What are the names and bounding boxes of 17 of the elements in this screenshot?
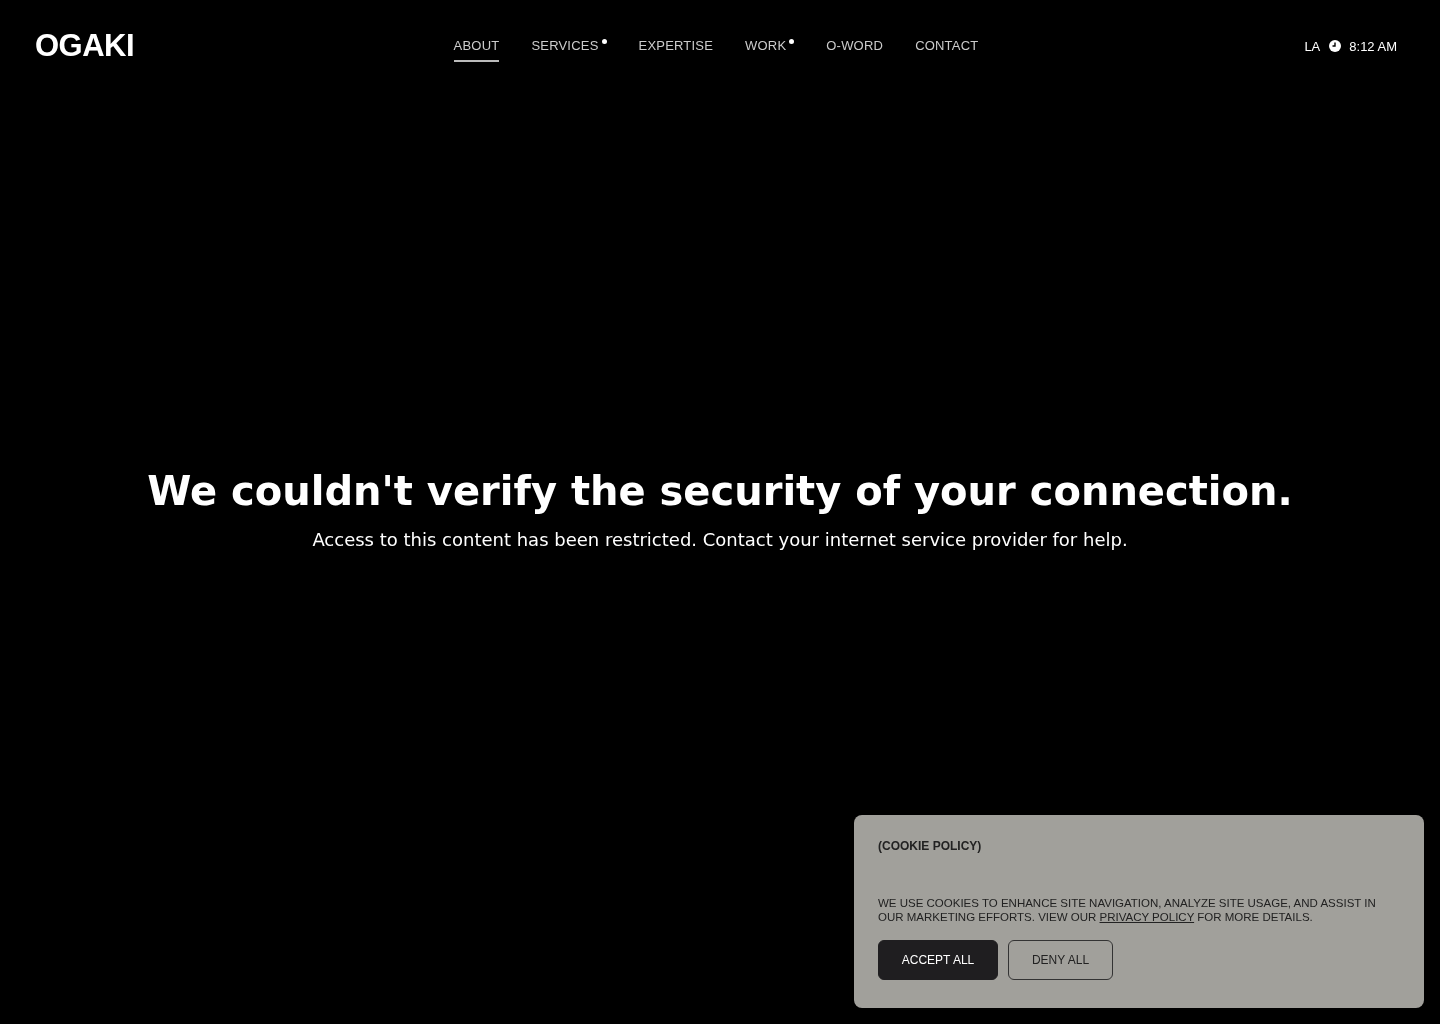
nav-link[interactable]: WORK — [745, 30, 787, 62]
nav-link[interactable]: ABOUT — [453, 30, 500, 62]
nav-link[interactable]: O-WORD — [826, 30, 884, 62]
time-label: 8:12 AM — [1349, 38, 1397, 54]
error-heading: We couldn't verify the security of your connection. — [146, 467, 1294, 516]
accept-button[interactable]: ACCEPT ALL — [878, 940, 998, 980]
city-label: LA — [1304, 38, 1321, 54]
privacy-policy-link[interactable]: PRIVACY POLICY — [1099, 911, 1195, 923]
clock-icon — [1329, 40, 1342, 52]
logo[interactable]: OGAKI — [35, 28, 135, 64]
deny-button[interactable]: DENY ALL — [1008, 940, 1113, 980]
cookie-text: WE USE COOKIES TO ENHANCE SITE NAVIGATION, ANALYZE SITE USAGE, AND ASSIST IN OUR MARKETING EFFORTS. VIEW OUR PRIVACY POLICY FOR MORE DETAILS. — [878, 896, 1377, 924]
nav-link[interactable]: SERVICES — [531, 30, 599, 62]
nav-link[interactable]: EXPERTISE — [638, 30, 714, 62]
cookie-title: (COOKIE POLICY) — [878, 839, 983, 853]
error-message: Access to this content has been restricted. Contact your internet service provider for help. — [311, 528, 1129, 552]
nav-link[interactable]: CONTACT — [915, 30, 979, 62]
